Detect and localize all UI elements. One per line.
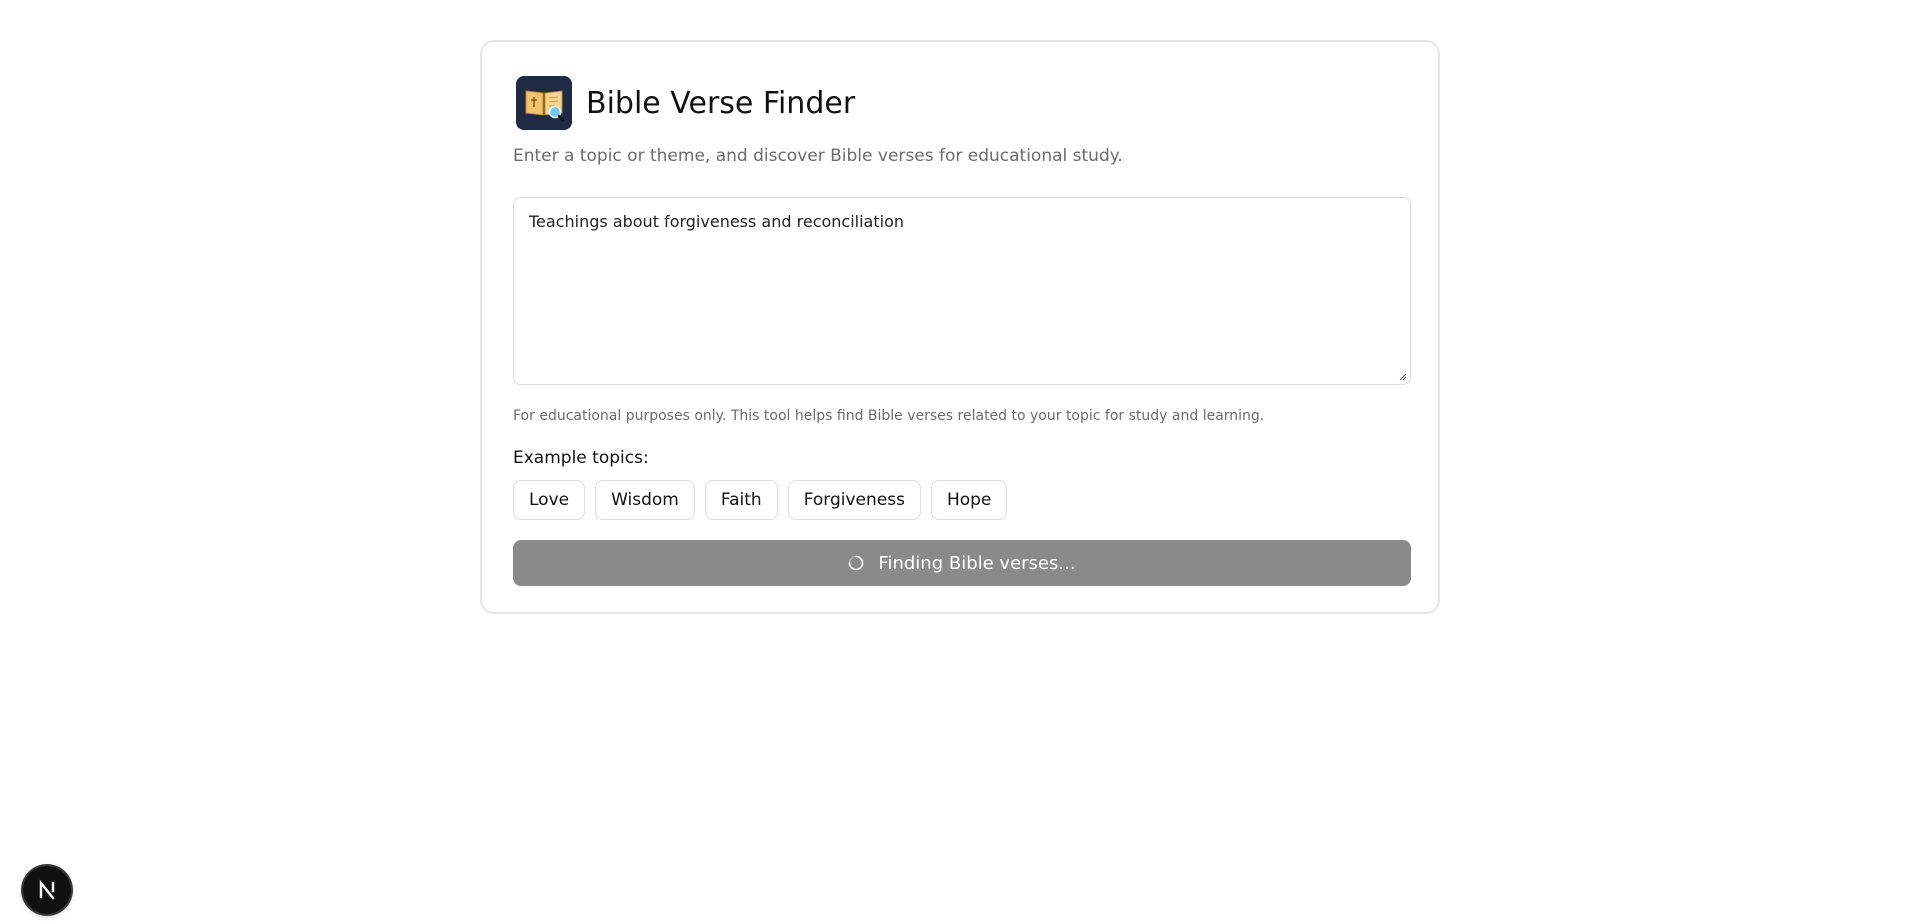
page-title: Bible Verse Finder: [586, 85, 856, 121]
nextjs-icon[interactable]: [23, 866, 71, 914]
finder-card: Bible Verse Finder Enter a topic or them…: [480, 40, 1440, 614]
example-topics-label: Example topics:: [513, 448, 649, 468]
topic-chip-forgiveness[interactable]: Forgiveness: [787, 480, 921, 520]
educational-disclaimer: For educational purposes only. This tool…: [513, 408, 1265, 424]
topic-chip-wisdom[interactable]: Wisdom: [595, 480, 695, 520]
open-book-magnifier-icon: [516, 76, 572, 130]
header: Bible Verse Finder: [516, 76, 855, 130]
topic-input-container: Teachings about forgiveness and reconcil…: [513, 197, 1411, 385]
find-verses-button-label: Finding Bible verses...: [878, 552, 1076, 574]
topic-chip-faith[interactable]: Faith: [704, 480, 778, 520]
topic-input[interactable]: Teachings about forgiveness and reconcil…: [514, 198, 1410, 384]
resize-handle-icon[interactable]: [1397, 371, 1407, 381]
example-topics-list: Love Wisdom Faith Forgiveness Hope: [513, 480, 1008, 520]
topic-chip-love[interactable]: Love: [513, 480, 586, 520]
spinner-icon: [849, 555, 864, 571]
page-subtitle: Enter a topic or theme, and discover Bib…: [513, 146, 1123, 166]
find-verses-button[interactable]: Finding Bible verses...: [513, 540, 1411, 586]
topic-chip-hope[interactable]: Hope: [930, 480, 1008, 520]
